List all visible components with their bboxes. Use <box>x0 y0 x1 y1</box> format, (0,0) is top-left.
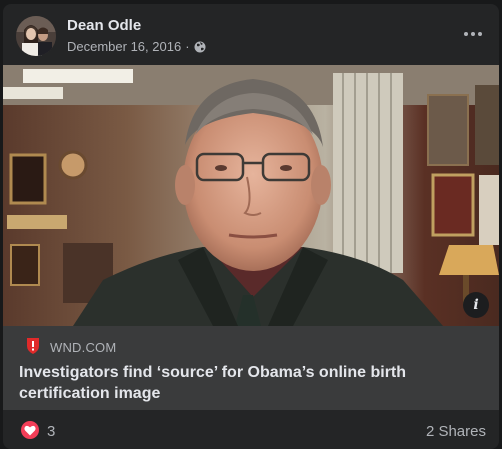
post-footer: 3 2 Shares <box>3 410 499 449</box>
link-domain: WND.COM <box>50 340 117 355</box>
link-preview-image[interactable]: i <box>3 65 499 326</box>
meta-separator: · <box>185 39 190 54</box>
link-headline[interactable]: Investigators find ‘source’ for Obama’s … <box>19 362 459 404</box>
shield-icon <box>27 338 39 354</box>
love-reaction-icon[interactable] <box>21 421 39 439</box>
globe-icon[interactable] <box>194 41 206 53</box>
post-date[interactable]: December 16, 2016 <box>67 39 181 54</box>
author-avatar[interactable] <box>16 16 56 56</box>
post-card: Dean Odle December 16, 2016 · i WND.COM … <box>3 4 499 449</box>
link-preview[interactable]: WND.COM Investigators find ‘source’ for … <box>3 326 499 410</box>
shares-count[interactable]: 2 Shares <box>426 423 486 440</box>
reaction-count[interactable]: 3 <box>47 423 55 440</box>
post-header: Dean Odle December 16, 2016 · <box>3 4 499 65</box>
post-meta: December 16, 2016 · <box>67 39 206 54</box>
author-name[interactable]: Dean Odle <box>67 17 141 34</box>
more-options-icon[interactable] <box>459 22 487 46</box>
info-icon[interactable]: i <box>463 292 489 318</box>
info-icon-label: i <box>473 297 479 313</box>
